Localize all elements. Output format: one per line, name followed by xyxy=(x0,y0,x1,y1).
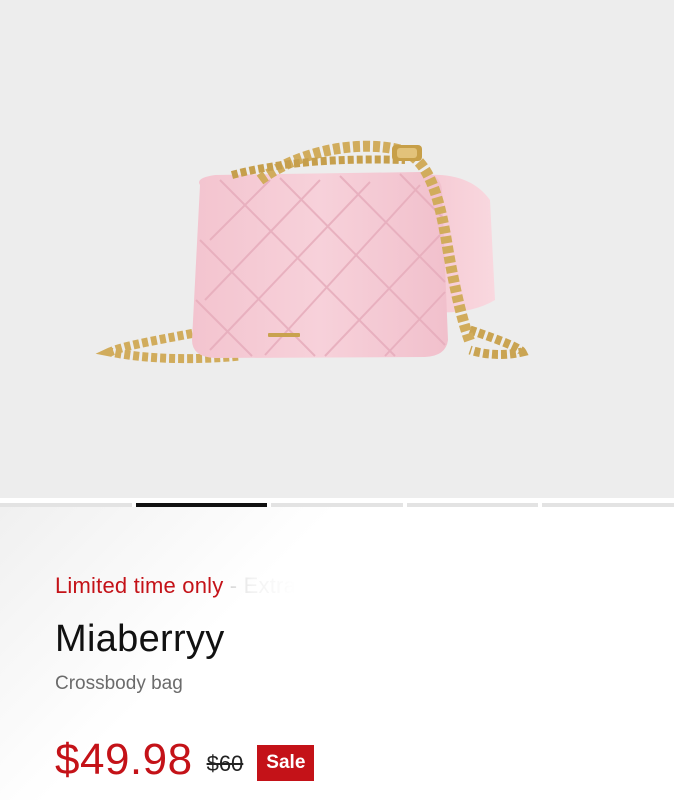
product-image xyxy=(95,140,529,364)
promo-text: - Extra xyxy=(223,573,296,598)
product-title: Miaberryy xyxy=(55,618,225,660)
price-row: $49.98 $60 Sale xyxy=(55,732,315,788)
sale-price: $49.98 xyxy=(55,735,193,784)
promo-banner: Limited time only - Extra xyxy=(55,573,296,599)
promo-highlight: Limited time only xyxy=(55,573,224,598)
sale-badge: Sale xyxy=(257,745,315,781)
product-image-gallery[interactable] xyxy=(0,0,674,498)
original-price: $60 xyxy=(206,751,244,776)
product-category: Crossbody bag xyxy=(55,673,183,694)
